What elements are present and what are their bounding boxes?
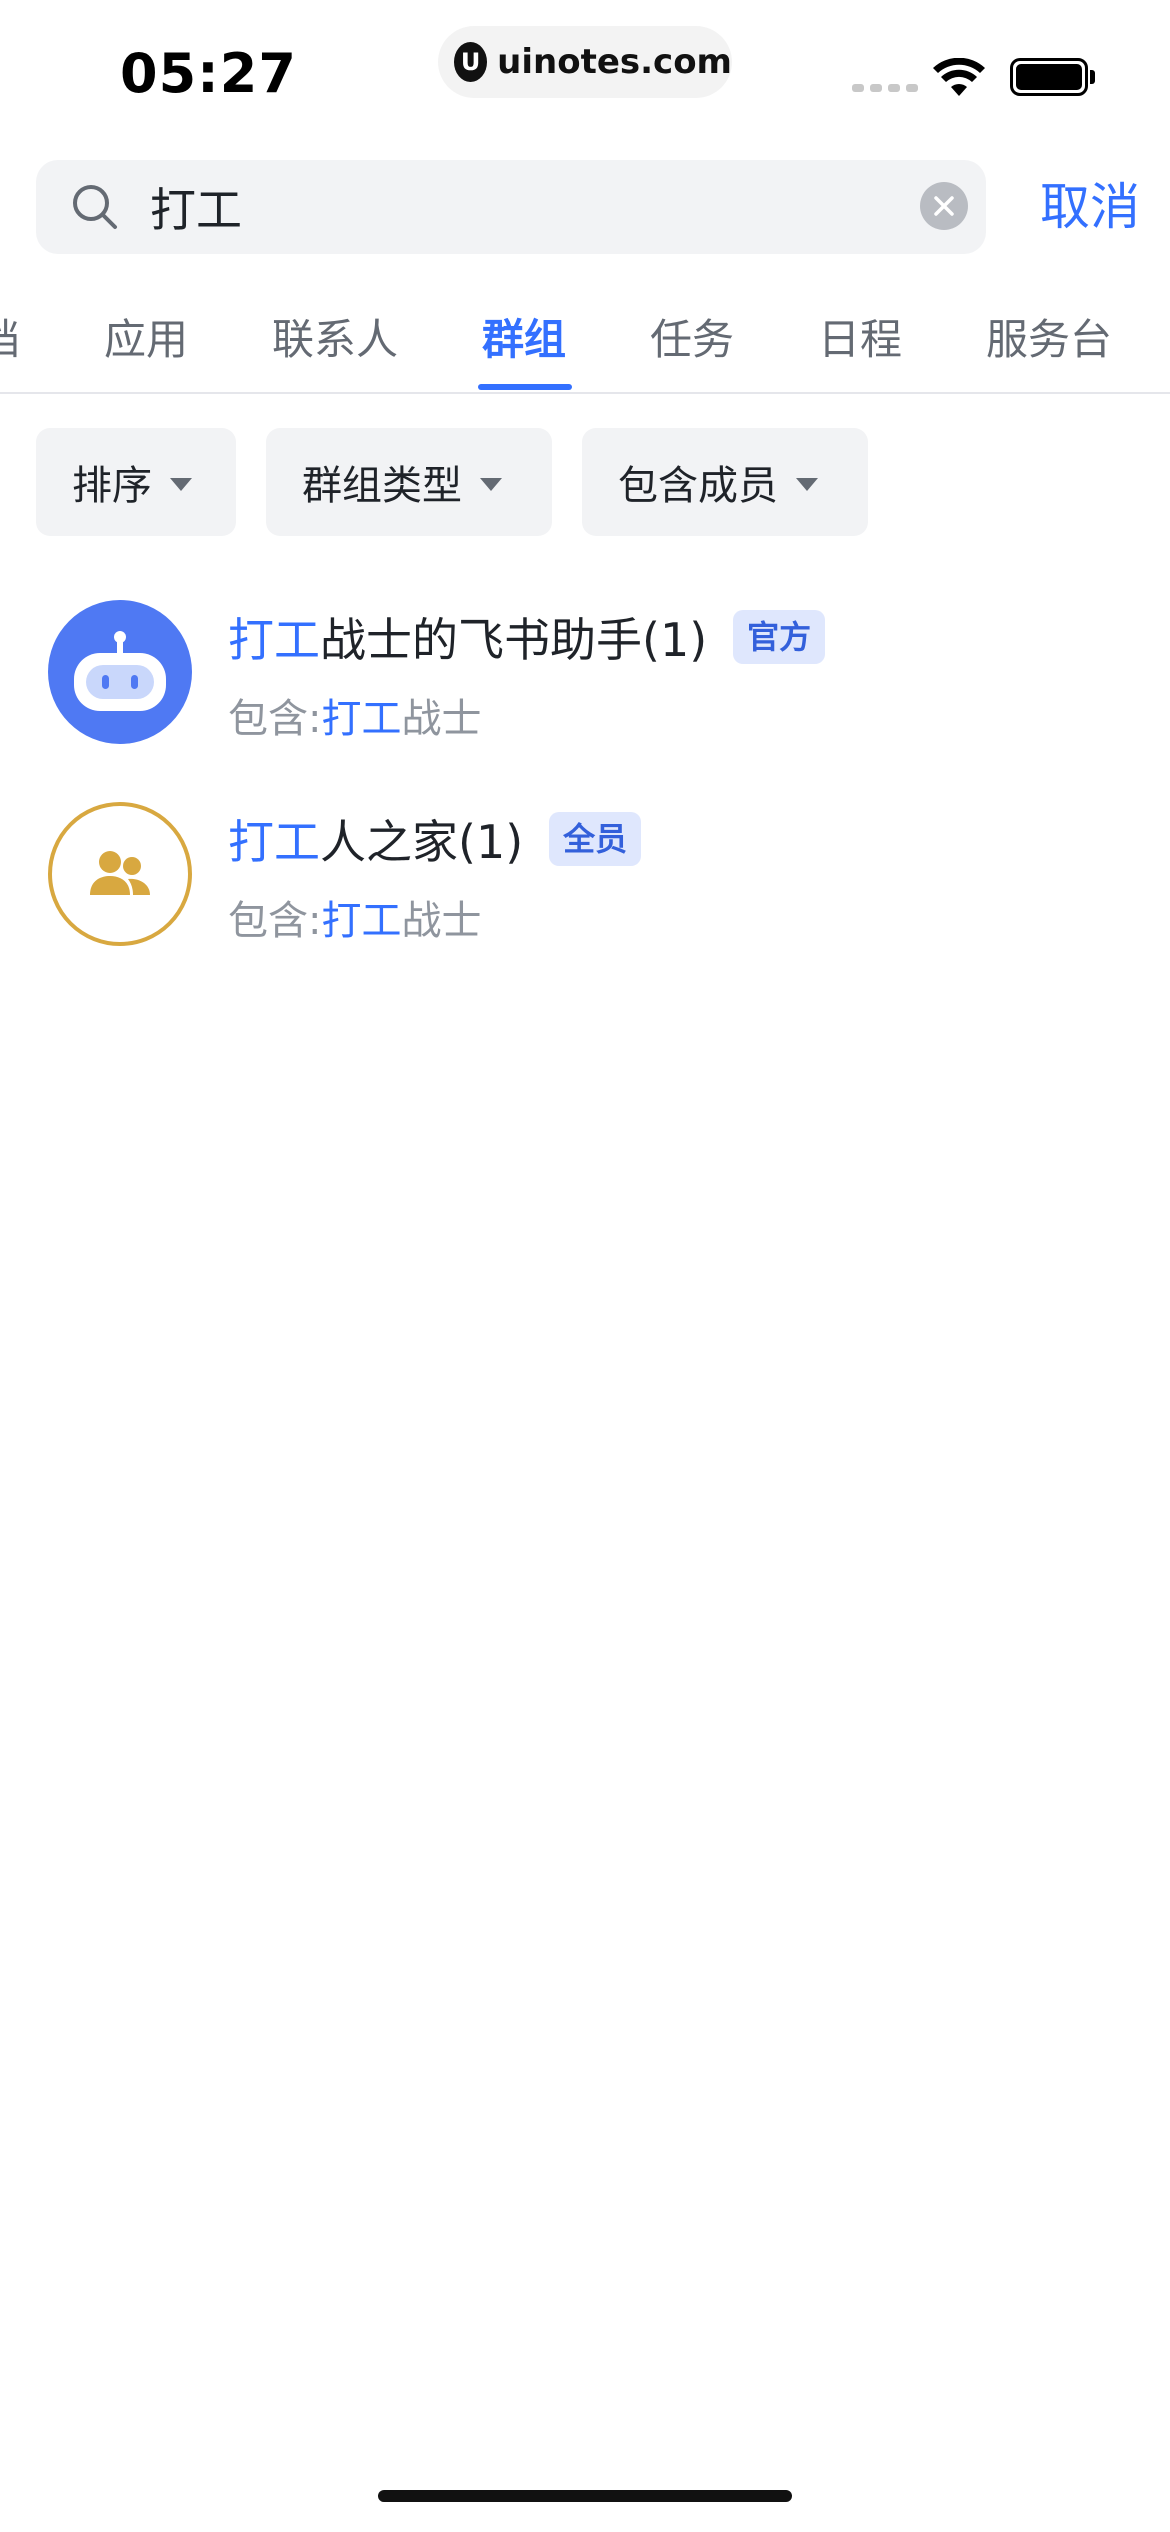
- title-text: 战士的飞书助手(1): [320, 613, 708, 667]
- url-text: uinotes.com: [497, 42, 732, 82]
- site-logo-icon: U: [454, 42, 488, 82]
- wifi-icon: [933, 58, 985, 96]
- members-highlight: 打工: [321, 696, 402, 742]
- official-badge: 官方: [733, 610, 826, 664]
- title-highlight: 打工: [228, 815, 320, 869]
- avatar: [48, 802, 192, 946]
- members-prefix: 包含:: [228, 898, 322, 944]
- members-highlight: 打工: [321, 898, 402, 944]
- search-results-page: 05:27 U uinotes.com 取消: [0, 0, 1170, 2532]
- group-result-item[interactable]: 打工 人之家(1) 全员 包含:打工战士: [0, 802, 1170, 992]
- url-pill[interactable]: U uinotes.com: [438, 26, 732, 98]
- status-bar: 05:27 U uinotes.com: [0, 0, 1170, 150]
- tab-documents[interactable]: 文档: [0, 306, 20, 367]
- title-text: 人之家(1): [320, 815, 524, 869]
- cellular-signal-icon: [852, 84, 918, 92]
- all-members-badge: 全员: [549, 812, 642, 866]
- group-title: 打工 战士的飞书助手(1) 官方: [228, 604, 826, 670]
- members-text: 战士: [401, 696, 482, 742]
- tab-service-desk[interactable]: 服务台: [986, 306, 1112, 367]
- sort-filter-label: 排序: [72, 463, 152, 509]
- tab-contacts[interactable]: 联系人: [272, 306, 398, 367]
- tab-groups[interactable]: 群组: [482, 306, 566, 367]
- group-type-filter-label: 群组类型: [302, 463, 462, 509]
- title-highlight: 打工: [228, 613, 320, 667]
- status-time: 05:27: [120, 42, 297, 105]
- caret-down-icon: [170, 477, 192, 491]
- clear-search-icon[interactable]: [920, 182, 968, 230]
- search-box[interactable]: [36, 160, 986, 254]
- caret-down-icon: [796, 477, 818, 491]
- sort-filter-button[interactable]: 排序: [36, 428, 236, 536]
- members-text: 战士: [401, 898, 482, 944]
- robot-icon: [74, 631, 166, 711]
- search-icon: [73, 185, 117, 229]
- tab-calendar[interactable]: 日程: [818, 306, 902, 367]
- members-filter-button[interactable]: 包含成员: [582, 428, 868, 536]
- home-indicator[interactable]: [378, 2490, 792, 2502]
- group-members-line: 包含:打工战士: [228, 686, 481, 744]
- caret-down-icon: [480, 477, 502, 491]
- group-icon: [90, 851, 150, 895]
- battery-icon: [1010, 58, 1088, 96]
- battery-tip: [1090, 70, 1095, 84]
- members-prefix: 包含:: [228, 696, 322, 742]
- group-title: 打工 人之家(1) 全员: [228, 806, 642, 872]
- members-filter-label: 包含成员: [618, 463, 778, 509]
- tab-tasks[interactable]: 任务: [650, 306, 734, 367]
- tab-apps[interactable]: 应用: [104, 306, 188, 367]
- search-input[interactable]: [150, 160, 910, 254]
- group-type-filter-button[interactable]: 群组类型: [266, 428, 552, 536]
- category-tabs: 文档 应用 联系人 群组 任务 日程 服务台: [0, 290, 1170, 394]
- group-members-line: 包含:打工战士: [228, 888, 481, 946]
- avatar: [48, 600, 192, 744]
- cancel-button[interactable]: 取消: [1020, 170, 1160, 244]
- active-tab-indicator: [478, 384, 572, 390]
- group-result-item[interactable]: 打工 战士的飞书助手(1) 官方 包含:打工战士: [0, 600, 1170, 790]
